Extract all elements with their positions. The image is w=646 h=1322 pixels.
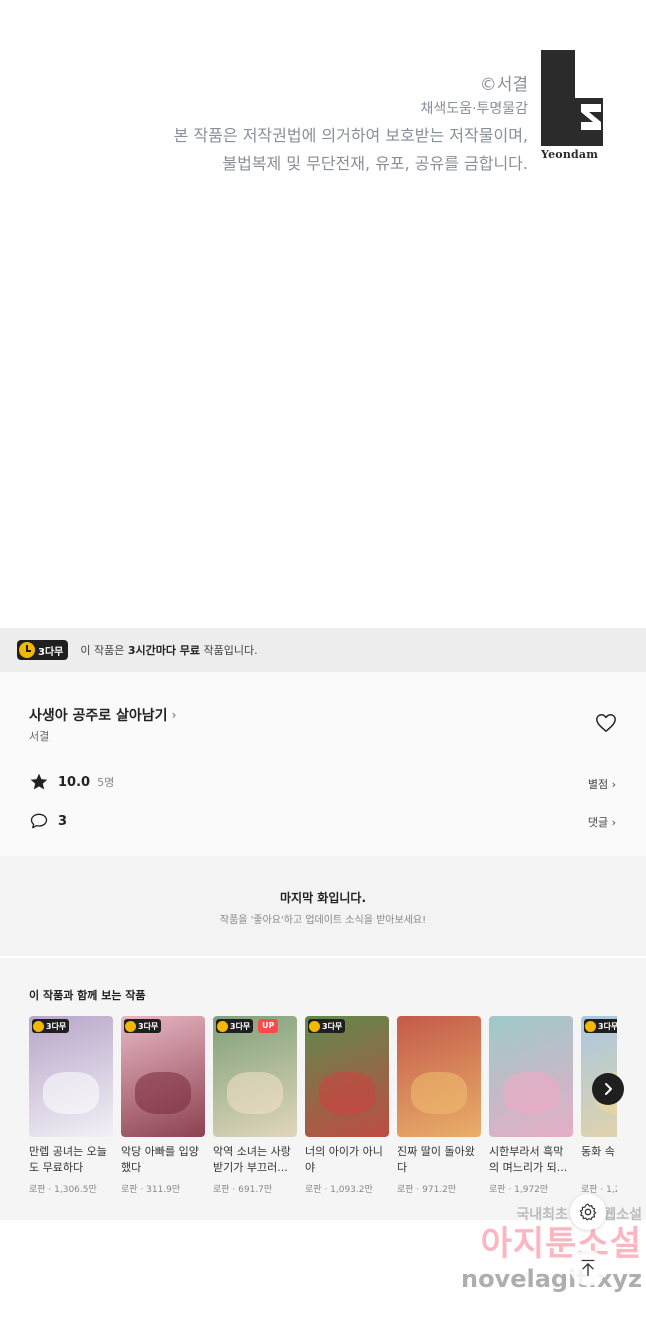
recommendations-carousel: 3다무 만렙 공녀는 오늘도 무료하다 로판 · 1,306.5만 3다무 악당 아빠를…: [29, 1016, 617, 1206]
watermark-line-2: 아지툰소설: [480, 1224, 642, 1264]
wait-free-badge-label: 3다무: [138, 1021, 159, 1031]
wait-free-badge-label: 3다무: [38, 646, 64, 658]
rate-button[interactable]: 별점 ›: [588, 776, 616, 792]
recommendation-meta: 로판 · 691.7만: [213, 1185, 273, 1195]
chevron-right-icon: [605, 1083, 612, 1095]
watermark-line-3: novelagit.xyz: [460, 1265, 642, 1293]
recommendation-meta: 로판 · 1,093.2만: [305, 1185, 373, 1195]
comment-count: 3: [58, 813, 68, 829]
clock-icon: [33, 1020, 44, 1032]
recommendation-card[interactable]: 3다무동화 속 완벽한 엄로판 · 1,2: [581, 1016, 617, 1195]
recommendation-title[interactable]: 동화 속 완벽한 엄: [581, 1144, 617, 1176]
recommendation-meta: 로판 · 311.9만: [121, 1185, 181, 1195]
clock-icon: [19, 642, 35, 658]
free-notice-emphasis: 3시간마다 무료: [127, 644, 201, 657]
copyright-notice: ©서결 채색도움·투명물감 본 작품은 저작권법에 의거하여 보호받는 저작물이…: [174, 74, 528, 176]
copyright-credits: 채색도움·투명물감: [420, 101, 529, 117]
free-notice-prefix: 이 작품은: [80, 644, 128, 657]
free-notice-suffix: 작품입니다.: [200, 644, 258, 657]
cover-art: [227, 1072, 283, 1114]
recommendation-title[interactable]: 만렙 공녀는 오늘도 무료하다: [29, 1144, 113, 1176]
recommendation-card[interactable]: 진짜 딸이 돌아왔다로판 · 971.2만: [397, 1016, 481, 1195]
wait-free-badge-label: 3다무: [598, 1021, 617, 1031]
carousel-next-button[interactable]: [592, 1073, 624, 1105]
recommendation-cover[interactable]: 3다무 UP: [213, 1016, 297, 1137]
cover-art: [319, 1072, 375, 1114]
recommendation-card[interactable]: 3다무악당 아빠를 입양했다로판 · 311.9만: [121, 1016, 205, 1195]
clock-icon: [217, 1020, 228, 1032]
recommendation-card[interactable]: 3다무너의 아이가 아니야로판 · 1,093.2만: [305, 1016, 389, 1195]
cover-art: [43, 1072, 99, 1114]
rating-count: 5명: [97, 776, 115, 789]
cover-art: [135, 1072, 191, 1114]
cover-art: [503, 1072, 559, 1114]
wait-free-badge-label: 3다무: [322, 1021, 343, 1031]
recommendation-meta: 로판 · 971.2만: [397, 1185, 457, 1195]
wait-free-badge: 3다무: [308, 1019, 346, 1033]
rating-score: 10.0: [58, 774, 91, 790]
clock-icon: [585, 1020, 596, 1032]
free-notice-text: 이 작품은 3시간마다 무료 작품입니다.: [80, 642, 257, 658]
recommendation-card[interactable]: 3다무 UP 악역 소녀는 사랑받기가 부끄러... 로판 · 691.7만: [213, 1016, 297, 1195]
recommendation-title[interactable]: 너의 아이가 아니야: [305, 1144, 389, 1176]
comment-icon: [30, 813, 48, 829]
arrow-up-icon: [581, 1259, 595, 1277]
settings-button[interactable]: [570, 1194, 606, 1230]
work-title-link[interactable]: 사생아 공주로 살아남기 ›: [29, 705, 176, 725]
clock-icon: [309, 1020, 320, 1032]
publisher-logo-mark: [541, 50, 603, 146]
recommendation-card[interactable]: 시한부라서 흑막의 며느리가 되... 로판 · 1,972만: [489, 1016, 573, 1195]
recommendation-cover[interactable]: [489, 1016, 573, 1137]
wait-free-badge: 3다무: [124, 1019, 162, 1033]
publisher-logo: Yeondam: [541, 50, 603, 162]
copyright-warning-1: 본 작품은 저작권법에 의거하여 보호받는 저작물이며,: [173, 126, 528, 145]
recommendation-title[interactable]: 악역 소녀는 사랑받기가 부끄러...: [213, 1144, 297, 1176]
update-badge: UP: [258, 1019, 279, 1033]
work-title[interactable]: 사생아 공주로 살아남기: [29, 705, 168, 725]
wait-free-badge: 3다무: [17, 640, 69, 660]
last-episode-title: 마지막 화입니다.: [279, 891, 367, 905]
wait-free-badge: 3다무: [216, 1019, 254, 1033]
free-notice-bar: 3다무 이 작품은 3시간마다 무료 작품입니다.: [0, 628, 646, 672]
wait-free-badge-label: 3다무: [46, 1021, 67, 1031]
heart-icon[interactable]: [595, 712, 617, 734]
recommendation-cover[interactable]: [397, 1016, 481, 1137]
clock-icon: [125, 1020, 136, 1032]
work-author: 서결: [29, 730, 50, 743]
rating-row: 10.0 5명: [29, 772, 114, 792]
recommendation-cover[interactable]: 3다무: [305, 1016, 389, 1137]
recommendation-card[interactable]: 3다무만렙 공녀는 오늘도 무료하다로판 · 1,306.5만: [29, 1016, 113, 1195]
star-icon: [30, 773, 48, 790]
recommendations-section: 이 작품과 함께 보는 작품 3다무만렙 공녀는 오늘도 무료하다로판 · 1,…: [0, 958, 646, 1220]
copyright-warning-2: 불법복제 및 무단전재, 유포, 공유를 금합니다.: [222, 154, 528, 173]
rate-button-label[interactable]: 별점: [588, 778, 608, 791]
scroll-top-button[interactable]: [570, 1250, 606, 1286]
viewer-page: ©서결 채색도움·투명물감 본 작품은 저작권법에 의거하여 보호받는 저작물이…: [0, 0, 646, 1322]
chevron-right-icon: ›: [611, 778, 616, 791]
wait-free-badge: 3다무: [32, 1019, 70, 1033]
recommendation-cover[interactable]: 3다무: [29, 1016, 113, 1137]
wait-free-badge: 3다무: [584, 1019, 617, 1033]
chevron-right-icon: ›: [171, 708, 177, 722]
recommendation-cover[interactable]: 3다무: [121, 1016, 205, 1137]
wait-free-badge-label: 3다무: [230, 1021, 251, 1031]
gear-icon: [579, 1203, 597, 1221]
recommendation-meta: 로판 · 1,306.5만: [29, 1185, 97, 1195]
comments-button[interactable]: 댓글 ›: [588, 814, 616, 830]
recommendation-title[interactable]: 악당 아빠를 입양했다: [121, 1144, 205, 1176]
cover-art: [411, 1072, 467, 1114]
recommendation-title[interactable]: 시한부라서 흑막의 며느리가 되...: [489, 1144, 573, 1176]
copyright-author: ©서결: [479, 75, 528, 95]
comment-row: 3: [29, 811, 67, 831]
publisher-logo-text: Yeondam: [541, 148, 599, 161]
comments-button-label[interactable]: 댓글: [588, 816, 608, 829]
recommendations-heading: 이 작품과 함께 보는 작품: [29, 989, 146, 1002]
last-episode-subtitle: 작품을 '좋아요'하고 업데이트 소식을 받아보세요!: [219, 915, 427, 926]
chevron-right-icon: ›: [611, 816, 616, 829]
recommendation-meta: 로판 · 1,972만: [489, 1185, 549, 1195]
work-info-panel: 사생아 공주로 살아남기 › 서결 10.0 5명 별점 › 3 댓글 ›: [0, 672, 646, 856]
last-episode-banner: 마지막 화입니다. 작품을 '좋아요'하고 업데이트 소식을 받아보세요!: [0, 856, 646, 956]
recommendation-title[interactable]: 진짜 딸이 돌아왔다: [397, 1144, 481, 1176]
